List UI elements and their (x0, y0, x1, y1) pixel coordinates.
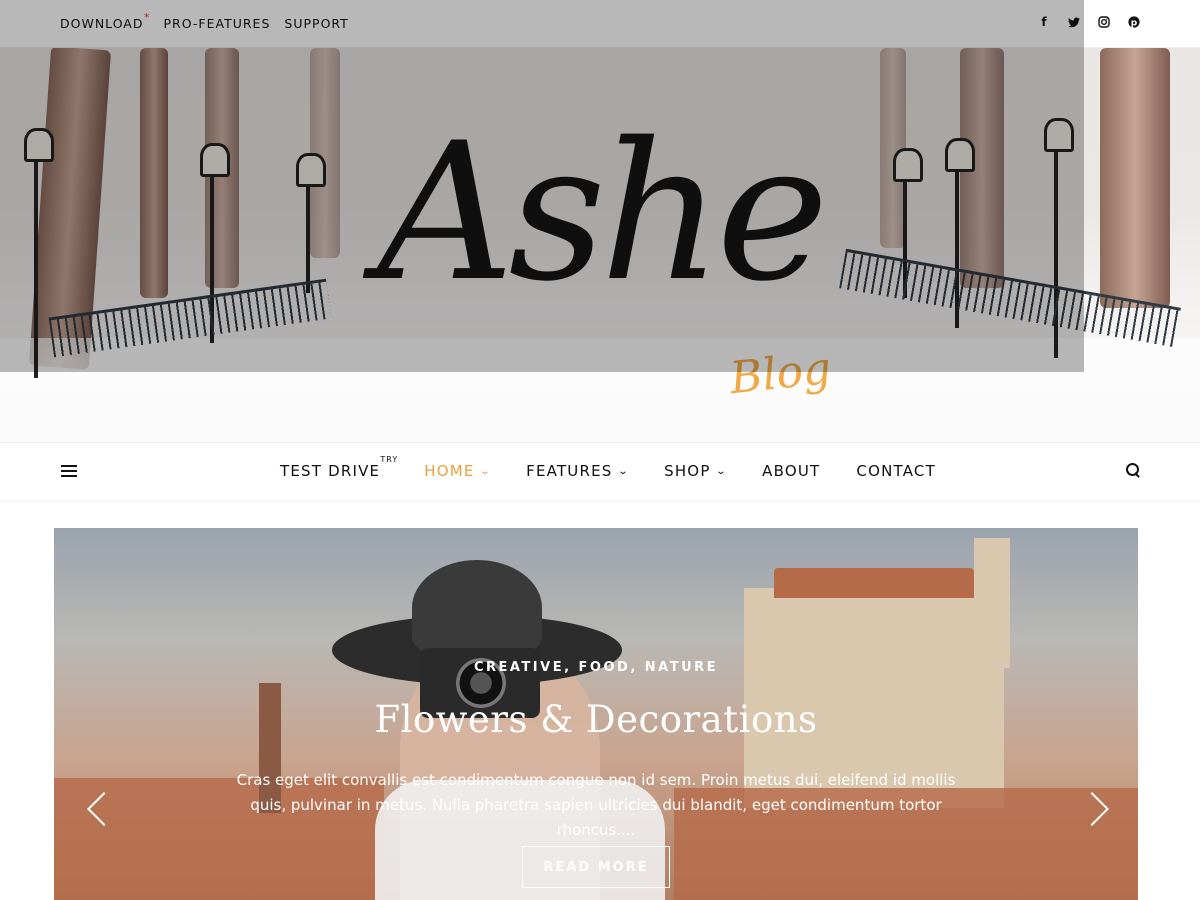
hat-crown (412, 560, 542, 655)
slide-categories[interactable]: CREATIVE, FOOD, NATURE (54, 660, 1138, 675)
slide-excerpt: Cras eget elit convallis est condimentum… (236, 771, 956, 839)
header-tree (1100, 48, 1170, 308)
nav-about-label: ABOUT (762, 462, 821, 480)
slide-roof (774, 568, 974, 598)
chevron-down-icon: ⌄ (617, 465, 630, 477)
svg-text:p: p (1131, 18, 1138, 28)
nav-about[interactable]: ABOUT (762, 462, 820, 480)
nav-try-badge: TRY (380, 455, 399, 464)
nav-shop-label: SHOP (664, 462, 711, 480)
menu-icon[interactable] (61, 465, 77, 477)
instagram-icon[interactable] (1098, 15, 1110, 29)
nav-contact-label: CONTACT (856, 462, 936, 480)
pinterest-icon[interactable]: p (1128, 15, 1140, 29)
nav-test-drive-label: TEST DRIVE (280, 462, 381, 480)
slider-next-icon[interactable] (1090, 790, 1110, 828)
slider-prev-icon[interactable] (86, 790, 106, 828)
nav-features-label: FEATURES (526, 462, 613, 480)
nav-home[interactable]: HOME ⌄ (424, 462, 490, 480)
nav-home-label: HOME (424, 462, 475, 480)
main-menu: TEST DRIVE TRY HOME ⌄ FEATURES ⌄ SHOP ⌄ … (280, 455, 936, 480)
nav-test-drive[interactable]: TEST DRIVE TRY (280, 455, 397, 480)
slide-title[interactable]: Flowers & Decorations (54, 698, 1138, 741)
chevron-down-icon: ⌄ (479, 465, 492, 477)
chevron-down-icon: ⌄ (715, 465, 728, 477)
nav-shop[interactable]: SHOP ⌄ (664, 462, 726, 480)
main-nav: TEST DRIVE TRY HOME ⌄ FEATURES ⌄ SHOP ⌄ … (0, 442, 1200, 500)
slide-bell-tower (974, 538, 1010, 668)
read-more-button[interactable]: READ MORE (522, 846, 670, 888)
search-icon[interactable] (1126, 463, 1140, 477)
nav-features[interactable]: FEATURES ⌄ (526, 462, 628, 480)
slide-overlay (0, 0, 1084, 372)
nav-contact[interactable]: CONTACT (856, 462, 936, 480)
